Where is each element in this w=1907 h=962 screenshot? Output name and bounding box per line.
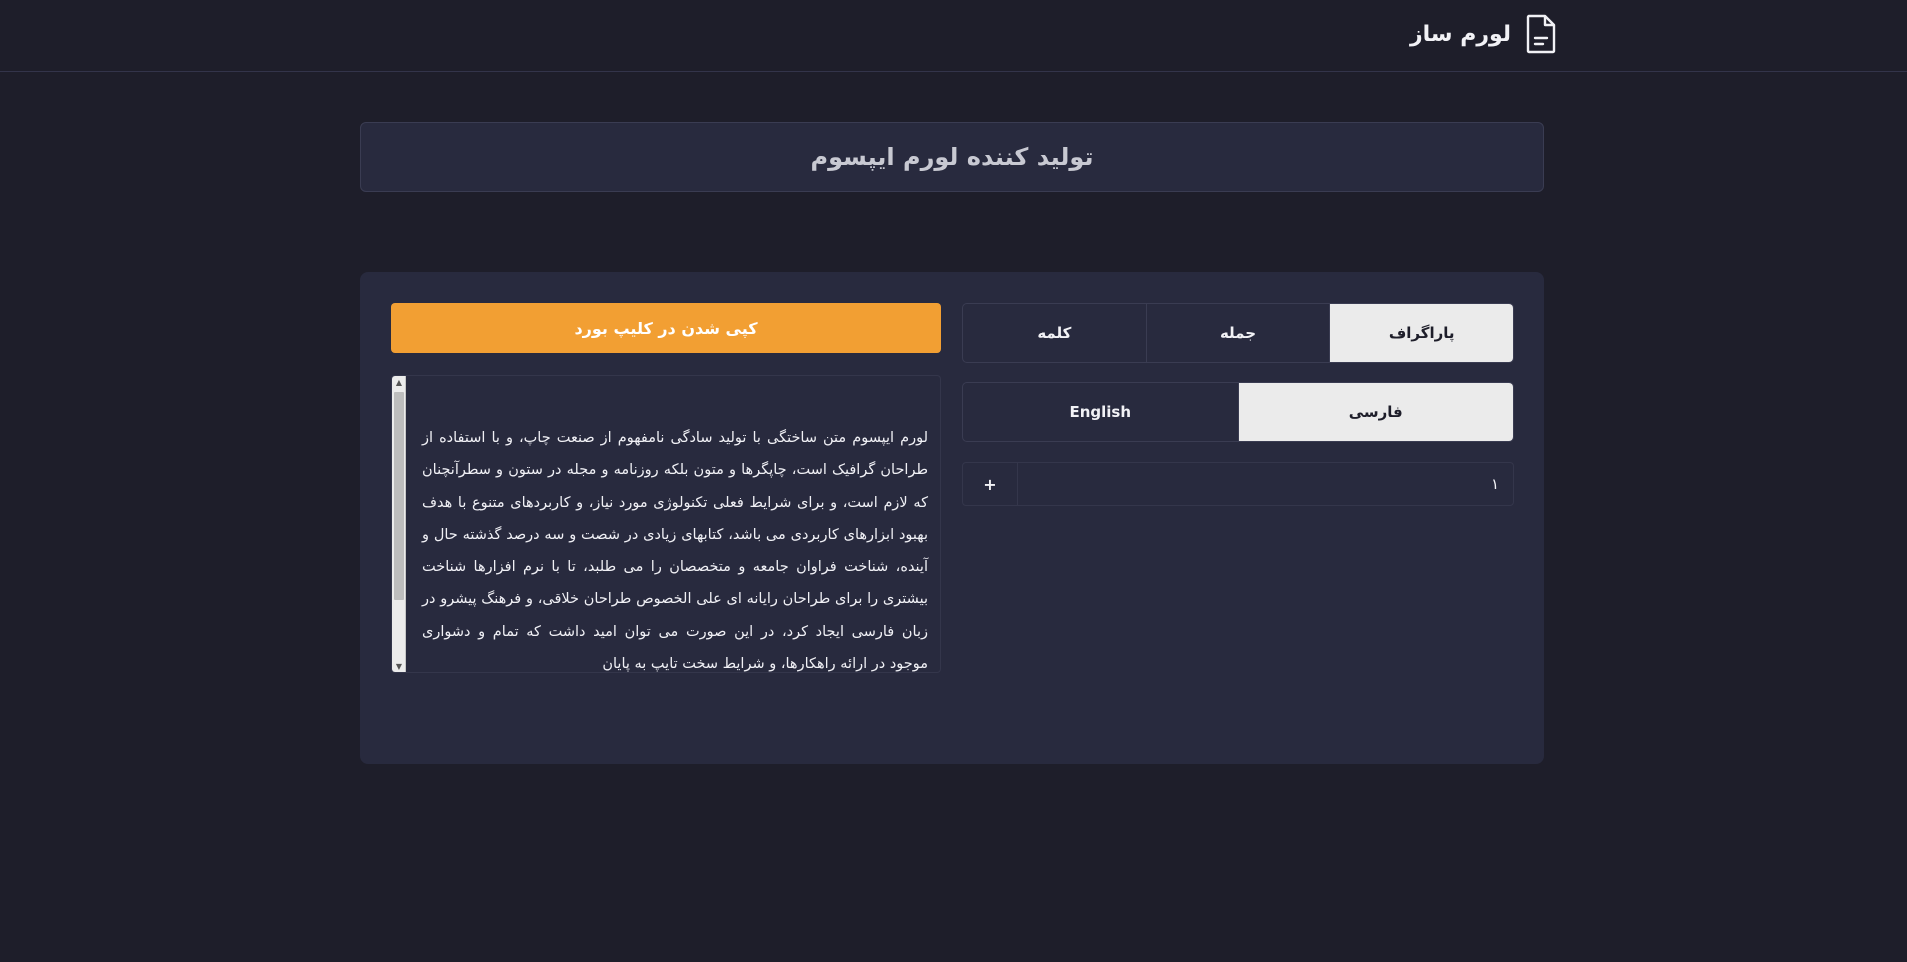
brand-title: لورم ساز xyxy=(1410,21,1512,47)
language-tabs: فارسی English xyxy=(962,382,1514,442)
scroll-down-arrow-icon[interactable]: ▼ xyxy=(392,660,406,672)
scrollbar[interactable]: ▲ ▼ xyxy=(392,376,406,672)
copy-to-clipboard-button[interactable]: کپی شدن در کلیپ بورد xyxy=(391,303,941,353)
generator-panel: کپی شدن در کلیپ بورد لورم ایپسوم متن ساخ… xyxy=(360,272,1544,764)
tab-persian[interactable]: فارسی xyxy=(1237,383,1513,441)
tab-english[interactable]: English xyxy=(963,383,1238,441)
brand[interactable]: لورم ساز xyxy=(1410,14,1557,54)
count-input[interactable] xyxy=(1018,463,1513,505)
generated-text: لورم ایپسوم متن ساختگی با تولید سادگی نا… xyxy=(422,430,928,673)
output-textarea[interactable]: لورم ایپسوم متن ساختگی با تولید سادگی نا… xyxy=(391,375,941,673)
increment-button[interactable]: + xyxy=(963,463,1018,505)
top-bar: لورم ساز xyxy=(0,0,1907,72)
tab-sentence[interactable]: جمله xyxy=(1145,304,1330,362)
hero-banner: تولید کننده لورم ایپسوم xyxy=(360,122,1544,192)
tab-paragraph[interactable]: پاراگراف xyxy=(1329,304,1513,362)
count-stepper: + xyxy=(962,462,1514,506)
scroll-up-arrow-icon[interactable]: ▲ xyxy=(392,376,406,390)
page-title: تولید کننده لورم ایپسوم xyxy=(810,143,1094,171)
scroll-thumb[interactable] xyxy=(394,392,404,600)
tab-word[interactable]: کلمه xyxy=(963,304,1146,362)
document-icon xyxy=(1526,14,1556,54)
mode-tabs: پاراگراف جمله کلمه xyxy=(962,303,1514,363)
